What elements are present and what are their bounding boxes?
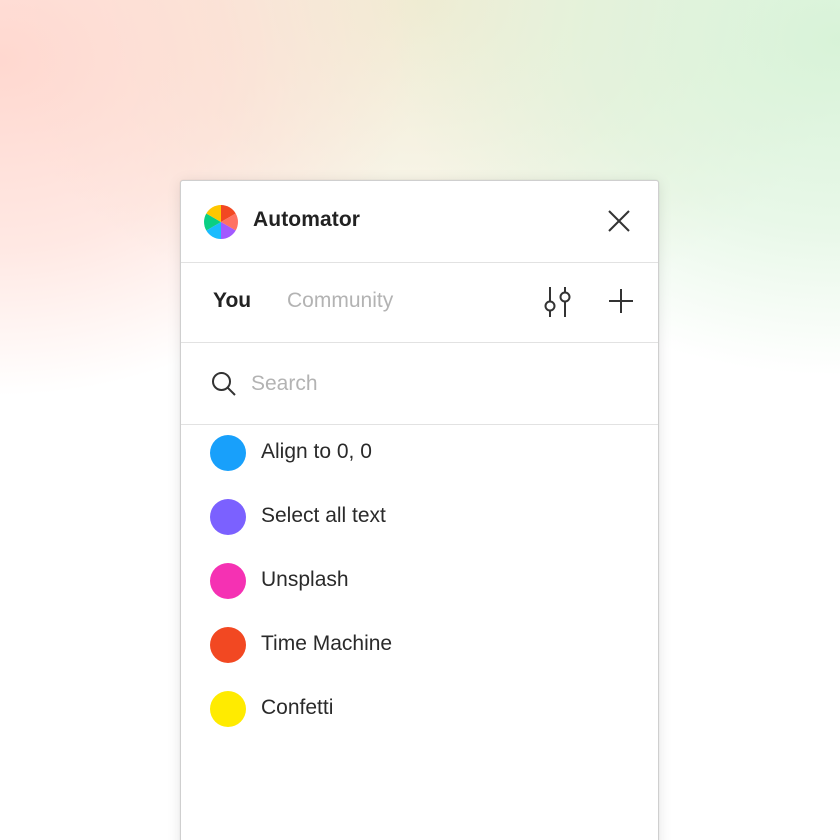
list-item-label: Unsplash <box>261 568 349 591</box>
color-dot <box>210 563 246 599</box>
color-dot <box>210 435 246 471</box>
color-dot <box>210 691 246 727</box>
panel-header: Automator <box>181 181 658 263</box>
plus-icon[interactable] <box>606 286 636 316</box>
list-item-label: Select all text <box>261 504 386 527</box>
list-item[interactable]: Time Machine <box>181 617 658 673</box>
close-icon[interactable] <box>606 208 632 234</box>
color-dot <box>210 627 246 663</box>
list-item[interactable]: Confetti <box>181 681 658 737</box>
tab-you[interactable]: You <box>213 289 251 313</box>
automator-panel: Automator You Community Align to 0, 0 <box>180 180 659 840</box>
search-bar <box>181 343 658 425</box>
automator-logo-icon <box>204 205 238 239</box>
color-dot <box>210 499 246 535</box>
list-item-label: Align to 0, 0 <box>261 440 372 463</box>
app-title: Automator <box>253 208 361 231</box>
list-item[interactable]: Unsplash <box>181 553 658 609</box>
sliders-icon[interactable] <box>541 284 575 320</box>
list-item-label: Time Machine <box>261 632 393 655</box>
search-icon <box>212 372 236 396</box>
tab-bar: You Community <box>181 262 658 343</box>
list-item[interactable]: Select all text <box>181 489 658 545</box>
tab-community[interactable]: Community <box>287 289 393 313</box>
list-item[interactable]: Align to 0, 0 <box>181 425 658 481</box>
list-item-label: Confetti <box>261 696 334 719</box>
search-input[interactable] <box>251 365 611 403</box>
